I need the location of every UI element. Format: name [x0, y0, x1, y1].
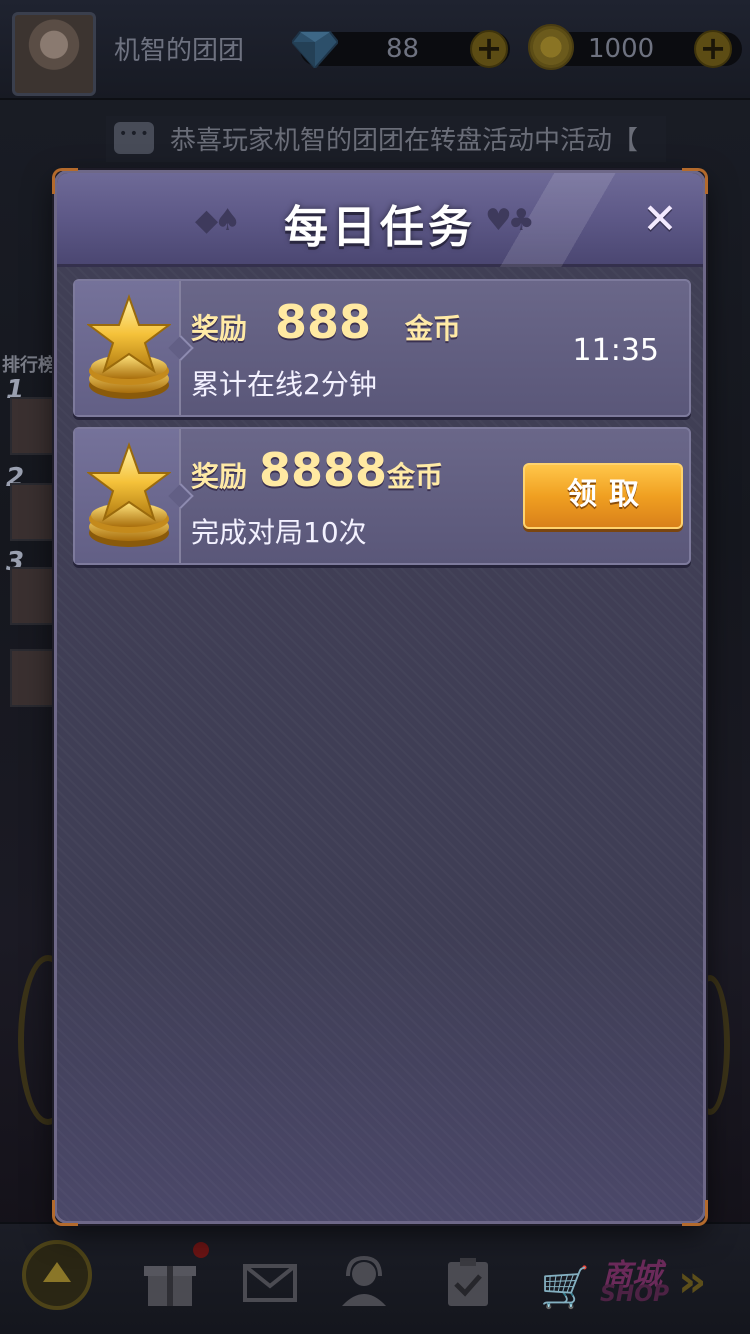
leaderboard-sidebar[interactable]: 排行榜 1 2 3 — [0, 345, 60, 725]
diamond-icon — [292, 31, 338, 68]
dialog-corner-ornament — [682, 168, 708, 194]
task-list: 奖励 888 金币 累计在线2分钟 11:35 奖励 8888 金币 完成对局1… — [57, 267, 703, 1221]
dialog-title: 每日任务 — [284, 202, 476, 253]
reward-label: 奖励 — [191, 312, 248, 345]
gift-notification-dot — [193, 1242, 209, 1258]
daily-task-dialog: ◆♠ ♥♣ 每日任务 ✕ 奖励 888 金币 累计在线2分钟 11:35 奖励 … — [54, 170, 706, 1224]
rank-avatar — [10, 483, 60, 541]
rank-avatar — [10, 567, 60, 625]
add-gold-button[interactable]: + — [694, 30, 732, 68]
claim-reward-button[interactable]: 领取 — [523, 463, 683, 529]
reward-amount: 888 — [275, 295, 372, 349]
shop-cart-icon: 🛒 — [540, 1265, 590, 1311]
task-description: 完成对局10次 — [191, 516, 367, 549]
coin-icon — [528, 24, 574, 70]
rank-avatar — [10, 397, 60, 455]
reward-unit: 金币 — [405, 312, 462, 345]
task-icon-frame — [75, 281, 181, 415]
diamond-count: 88 — [386, 34, 420, 64]
home-up-icon[interactable] — [22, 1240, 92, 1310]
shop-button[interactable]: 🛒 商城 SHOP » — [540, 1250, 740, 1314]
customer-service-icon[interactable] — [336, 1255, 392, 1308]
player-nickname: 机智的团团 — [114, 36, 245, 66]
mail-icon[interactable] — [242, 1256, 298, 1308]
dialog-header: ◆♠ ♥♣ 每日任务 ✕ — [57, 173, 703, 267]
add-diamonds-button[interactable]: + — [470, 30, 508, 68]
dialog-corner-ornament — [682, 1200, 708, 1226]
task-icon-frame — [75, 429, 181, 563]
gift-icon[interactable] — [142, 1256, 198, 1308]
gold-star-coins-icon — [87, 294, 171, 399]
task-countdown: 11:35 — [572, 333, 659, 368]
top-status-bar: 机智的团团 88 + 1000 + — [0, 0, 750, 100]
dialog-corner-ornament — [52, 168, 78, 194]
clipboard-icon[interactable] — [440, 1256, 496, 1308]
gold-count: 1000 — [588, 34, 655, 64]
task-item: 奖励 888 金币 累计在线2分钟 11:35 — [73, 279, 691, 417]
gold-star-coins-icon — [87, 442, 171, 547]
reward-unit: 金币 — [387, 460, 444, 493]
chat-bubble-icon — [114, 122, 154, 154]
player-avatar[interactable] — [12, 12, 96, 96]
shop-label-en: SHOP — [600, 1282, 670, 1307]
double-chevron-icon: » — [678, 1256, 707, 1307]
rank-avatar — [10, 649, 60, 707]
task-description: 累计在线2分钟 — [191, 368, 377, 401]
dialog-corner-ornament — [52, 1200, 78, 1226]
leaderboard-title: 排行榜 — [2, 355, 56, 376]
task-item: 奖励 8888 金币 完成对局10次 领取 — [73, 427, 691, 565]
notice-text: 恭喜玩家机智的团团在转盘活动中活动【 — [170, 126, 639, 156]
broadcast-notice: 恭喜玩家机智的团团在转盘活动中活动【 — [106, 116, 666, 162]
reward-label: 奖励 — [191, 460, 248, 493]
reward-amount: 8888 — [259, 443, 388, 497]
close-icon[interactable]: ✕ — [637, 197, 683, 243]
